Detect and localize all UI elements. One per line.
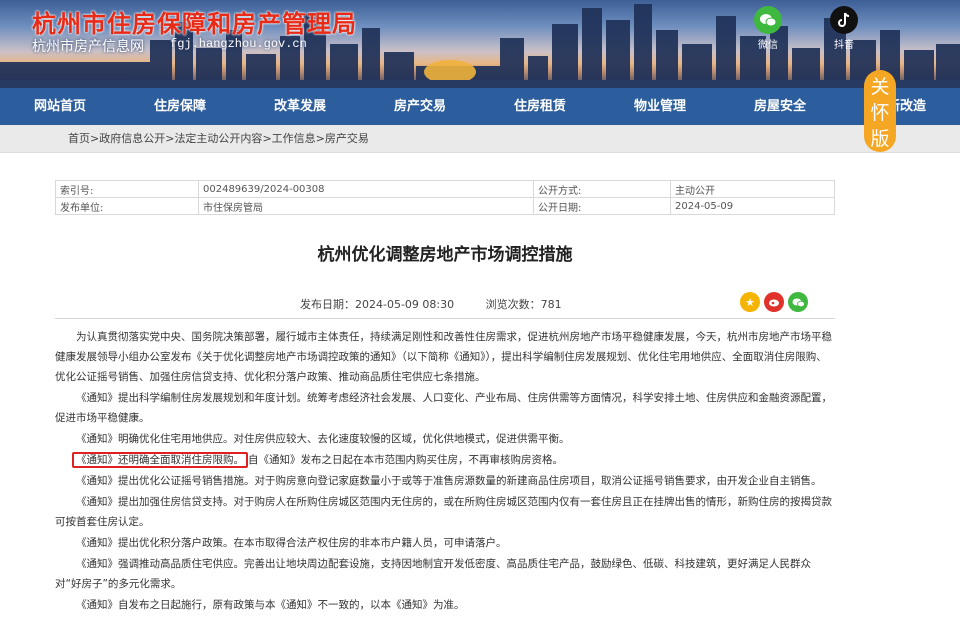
care-mode-char-2: 怀 bbox=[870, 102, 890, 124]
header-banner: 杭州市住房保障和房产管理局 杭州市房产信息网 fgj.hangzhou.gov.… bbox=[0, 0, 960, 88]
purchase-restriction-detail: 自《通知》发布之日起在本市范围内购买住房，不再审核购房资格。 bbox=[248, 454, 563, 466]
breadcrumb: 首页>政府信息公开>法定主动公开内容>工作信息>房产交易 bbox=[68, 132, 369, 145]
meta-unit-label: 发布单位: bbox=[55, 197, 199, 215]
article-title: 杭州优化调整房地产市场调控措施 bbox=[317, 245, 573, 265]
paragraph-purchase-restriction: 《通知》还明确全面取消住房限购。 自《通知》发布之日起在本市范围内购买住房，不再审… bbox=[55, 450, 835, 470]
douyin-icon bbox=[830, 6, 858, 34]
meta-index-value: 002489639/2024-00308 bbox=[198, 180, 534, 198]
weibo-icon[interactable] bbox=[764, 292, 784, 312]
nav-item-reform[interactable]: 改革发展 bbox=[240, 88, 360, 125]
breadcrumb-gov-info[interactable]: 政府信息公开 bbox=[99, 132, 165, 145]
breadcrumb-bar: 首页>政府信息公开>法定主动公开内容>工作信息>房产交易 bbox=[0, 125, 960, 153]
care-mode-button[interactable]: 关 怀 版 bbox=[864, 70, 896, 152]
highlighted-sentence: 《通知》还明确全面取消住房限购。 bbox=[72, 452, 248, 468]
nav-item-property-management[interactable]: 物业管理 bbox=[600, 88, 720, 125]
site-subtitle: 杭州市房产信息网 bbox=[32, 39, 144, 55]
paragraph-lottery: 《通知》提出优化公证摇号销售措施。对于购房意向登记家庭数量小于或等于准售房源数量… bbox=[76, 475, 822, 487]
meta-index-label: 索引号: bbox=[55, 180, 199, 198]
paragraph-land-supply: 《通知》明确优化住宅用地供应。对住房供应较大、去化速度较慢的区域，优化供地模式，… bbox=[76, 433, 570, 445]
divider bbox=[55, 318, 835, 319]
care-mode-char-1: 关 bbox=[870, 76, 890, 98]
nav-item-property-trade[interactable]: 房产交易 bbox=[360, 88, 480, 125]
meta-date-label: 公开日期: bbox=[533, 197, 671, 215]
breadcrumb-work-info[interactable]: 工作信息 bbox=[272, 132, 316, 145]
nav-item-home[interactable]: 网站首页 bbox=[0, 88, 120, 125]
care-mode-char-3: 版 bbox=[870, 128, 890, 150]
wechat-link[interactable]: 微信 bbox=[748, 6, 788, 51]
paragraph-intro: 为认真贯彻落实党中央、国务院决策部署，履行城市主体责任，持续满足刚性和改善性住房… bbox=[55, 331, 832, 383]
paragraph-settlement: 《通知》提出优化积分落户政策。在本市取得合法产权住房的非本市户籍人员，可申请落户… bbox=[76, 537, 507, 549]
nav-item-renewal[interactable]: 更新改造 bbox=[840, 88, 960, 125]
nav-item-rental[interactable]: 住房租赁 bbox=[480, 88, 600, 125]
meta-date-value: 2024-05-09 bbox=[670, 197, 835, 215]
douyin-link[interactable]: 抖音 bbox=[824, 6, 864, 51]
nav-item-housing-security[interactable]: 住房保障 bbox=[120, 88, 240, 125]
wechat-label: 微信 bbox=[758, 40, 778, 51]
meta-unit-value: 市住保房管局 bbox=[198, 197, 534, 215]
document-meta-table: 索引号: 002489639/2024-00308 公开方式: 主动公开 发布单… bbox=[55, 180, 835, 215]
article-body: 为认真贯彻落实党中央、国务院决策部署，履行城市主体责任，持续满足刚性和改善性住房… bbox=[55, 327, 835, 616]
publish-date: 发布日期：2024-05-09 08:30 bbox=[300, 298, 455, 311]
meta-method-value: 主动公开 bbox=[670, 180, 835, 198]
douyin-label: 抖音 bbox=[834, 40, 854, 51]
wechat-icon bbox=[754, 6, 782, 34]
site-url: fgj.hangzhou.gov.cn bbox=[170, 37, 307, 51]
main-nav: 网站首页 住房保障 改革发展 房产交易 住房租赁 物业管理 房屋安全 更新改造 bbox=[0, 88, 960, 125]
meta-method-label: 公开方式: bbox=[533, 180, 671, 198]
publish-info: 发布日期：2024-05-09 08:30 浏览次数：781 bbox=[300, 296, 590, 312]
paragraph-credit: 《通知》提出加强住房信贷支持。对于购房人在所购住房城区范围内无住房的，或在所购住… bbox=[55, 496, 832, 528]
breadcrumb-statutory[interactable]: 法定主动公开内容 bbox=[174, 132, 262, 145]
breadcrumb-property-trade[interactable]: 房产交易 bbox=[325, 132, 369, 145]
site-title: 杭州市住房保障和房产管理局 bbox=[32, 9, 357, 38]
paragraph-planning: 《通知》提出科学编制住房发展规划和年度计划。统筹考虑经济社会发展、人口变化、产业… bbox=[55, 392, 832, 424]
paragraph-quality-housing: 《通知》强调推动高品质住宅供应。完善出让地块周边配套设施，支持因地制宜开发低密度… bbox=[55, 558, 811, 590]
breadcrumb-home[interactable]: 首页 bbox=[68, 132, 90, 145]
nav-item-housing-safety[interactable]: 房屋安全 bbox=[720, 88, 840, 125]
share-buttons: ★ bbox=[740, 292, 812, 312]
star-icon[interactable]: ★ bbox=[740, 292, 760, 312]
paragraph-effective: 《通知》自发布之日起施行，原有政策与本《通知》不一致的，以本《通知》为准。 bbox=[76, 599, 465, 611]
wechat-share-icon[interactable] bbox=[788, 292, 808, 312]
view-count: 浏览次数：781 bbox=[485, 298, 562, 311]
